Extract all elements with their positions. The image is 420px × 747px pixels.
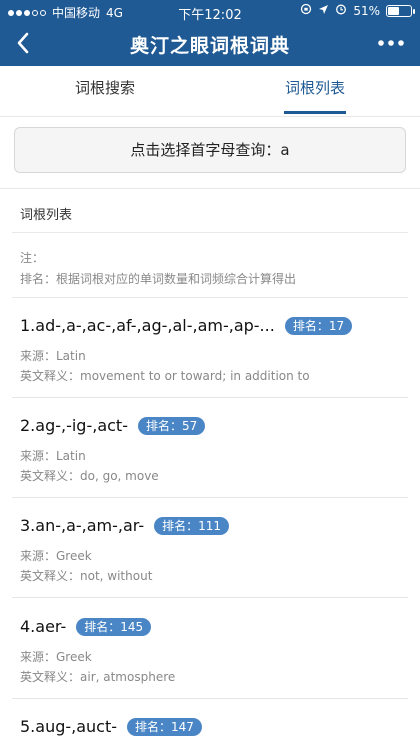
app-screen: 中国移动 4G 下午12:02 51% 奥汀之眼词根词典 词根搜索 词根列表 点…	[0, 0, 420, 747]
rank-badge: 排名：147	[127, 717, 202, 736]
divider	[12, 597, 408, 598]
nav-bar: 奥汀之眼词根词典	[0, 22, 420, 66]
tab-root-search[interactable]: 词根搜索	[0, 66, 210, 116]
root-name: 2.ag-,-ig-,act-	[20, 416, 128, 435]
root-name: 1.ad-,a-,ac-,af-,ag-,al-,am-,ap-...	[20, 316, 275, 335]
root-name: 3.an-,a-,am-,ar-	[20, 516, 145, 535]
alarm-icon	[335, 3, 347, 18]
status-bar: 中国移动 4G 下午12:02 51%	[0, 0, 420, 23]
letter-select-button[interactable]: 点击选择首字母查询：a	[14, 127, 406, 173]
tab-label: 词根搜索	[74, 79, 135, 97]
app-header: 中国移动 4G 下午12:02 51% 奥汀之眼词根词典	[0, 0, 420, 66]
list-item[interactable]: 5.aug-,auct- 排名：147	[0, 717, 420, 747]
battery-percent: 51%	[353, 3, 380, 18]
list-item[interactable]: 2.ag-,-ig-,act- 排名：57 来源：Latin 英文释义：do, …	[0, 416, 420, 506]
note-heading: 注：	[20, 251, 45, 265]
tab-root-list[interactable]: 词根列表	[210, 66, 420, 116]
list-item[interactable]: 1.ad-,a-,ac-,af-,ag-,al-,am-,ap-... 排名：1…	[0, 316, 420, 406]
divider	[12, 232, 408, 233]
tab-indicator	[284, 111, 346, 114]
item-title-row: 3.an-,a-,am-,ar- 排名：111	[20, 516, 230, 535]
battery-fill	[388, 6, 399, 15]
root-source: 来源：Greek	[20, 650, 92, 664]
root-meaning: 英文释义：air, atmosphere	[20, 670, 176, 684]
divider	[12, 297, 408, 298]
root-meaning: 英文释义：do, go, move	[20, 469, 159, 483]
rank-badge: 排名：57	[137, 416, 206, 435]
root-source: 来源：Greek	[20, 549, 92, 563]
page-title: 奥汀之眼词根词典	[129, 35, 290, 57]
root-name: 4.aer-	[20, 617, 67, 636]
item-title-row: 2.ag-,-ig-,act- 排名：57	[20, 416, 206, 435]
more-icon	[378, 40, 404, 46]
item-title-row: 1.ad-,a-,ac-,af-,ag-,al-,am-,ap-... 排名：1…	[20, 316, 353, 335]
item-title-row: 4.aer- 排名：145	[20, 617, 152, 636]
divider	[0, 188, 420, 189]
ranking-note: 注： 排名：根据词根对应的单词数量和词频综合计算得出	[20, 248, 296, 290]
list-section-title: 词根列表	[20, 208, 73, 223]
status-right: 51%	[300, 3, 415, 18]
more-button[interactable]	[374, 28, 408, 58]
location-icon	[318, 4, 329, 18]
root-name: 5.aug-,auct-	[20, 717, 118, 736]
tab-bar: 词根搜索 词根列表	[0, 66, 420, 116]
divider	[12, 397, 408, 398]
root-source: 来源：Latin	[20, 449, 86, 463]
divider	[12, 497, 408, 498]
rotation-lock-icon	[300, 3, 312, 18]
root-meaning: 英文释义：movement to or toward; in addition …	[20, 369, 310, 383]
tab-label: 词根列表	[284, 79, 345, 97]
list-item[interactable]: 3.an-,a-,am-,ar- 排名：111 来源：Greek 英文释义：no…	[0, 516, 420, 606]
rank-badge: 排名：111	[154, 516, 230, 535]
divider	[12, 698, 408, 699]
note-text: 排名：根据词根对应的单词数量和词频综合计算得出	[20, 272, 297, 286]
rank-badge: 排名：145	[76, 617, 152, 636]
battery-icon	[386, 4, 415, 17]
root-meaning: 英文释义：not, without	[20, 569, 153, 583]
divider	[0, 116, 420, 117]
list-item[interactable]: 4.aer- 排名：145 来源：Greek 英文释义：air, atmosph…	[0, 617, 420, 707]
root-source: 来源：Latin	[20, 349, 86, 363]
rank-badge: 排名：17	[284, 316, 353, 335]
item-title-row: 5.aug-,auct- 排名：147	[20, 717, 202, 736]
